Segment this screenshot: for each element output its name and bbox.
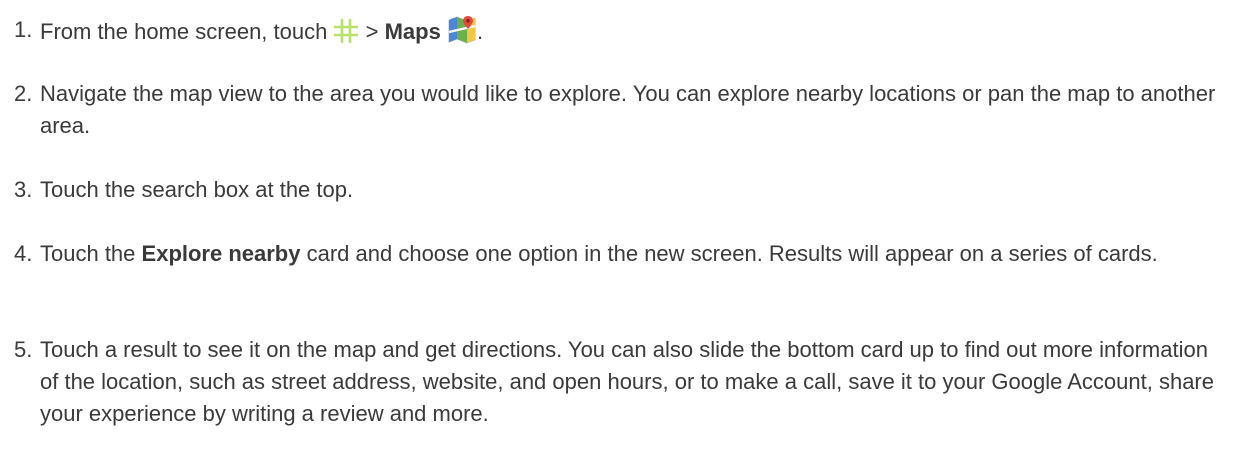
step-number: 5. [14,337,33,362]
step-text: Touch a result to see it on the map and … [40,337,1214,426]
step-text: Touch the search box at the top. [40,177,354,202]
step-text-after: . [476,19,484,44]
step-text: Touch the Explore nearby card and choose… [40,238,1224,270]
step-number: 2. [14,81,33,106]
step-number: 1. [14,17,33,42]
step-text-before: Touch the [40,241,136,266]
step-1: 1. From the home screen, touch > Maps . [14,14,1224,48]
step-text-before: From the home screen, touch [40,19,328,44]
step-text: From the home screen, touch > Maps . [40,14,1224,48]
maps-app-label: Maps [384,19,441,44]
google-maps-icon [447,14,477,44]
step-4: 4. Touch the Explore nearby card and cho… [14,238,1224,270]
step-2: 2. Navigate the map view to the area you… [14,78,1224,142]
step-5: 5. Touch a result to see it on the map a… [14,334,1224,430]
instruction-list: 1. From the home screen, touch > Maps . … [0,0,1245,466]
step-3: 3. Touch the search box at the top. [14,174,1224,206]
step-text-after: card and choose one option in the new sc… [306,241,1158,266]
step-text: Navigate the map view to the area you wo… [40,81,1216,138]
explore-nearby-label: Explore nearby [141,241,301,266]
apps-grid-icon [333,18,359,44]
step-separator: > [365,19,379,44]
step-number: 3. [14,177,33,202]
step-number: 4. [14,241,33,266]
